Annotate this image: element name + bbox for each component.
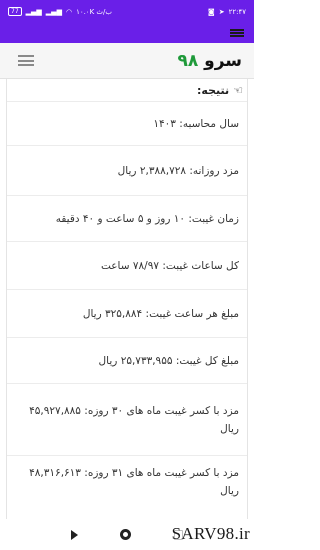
app-notification-icon: ◙ [207,7,215,16]
row-label: زمان غیبت: [188,212,239,225]
row-label: مبلغ هر ساعت غیبت: [145,307,239,320]
result-row-wage-30-days: مزد با کسر غیبت ماه های ۳۰ روزه: ۴۵,۹۲۷,… [7,383,247,455]
logo-word: سرو [204,50,242,71]
telegram-icon: ➤ [218,7,225,16]
status-icons-right: ◙ ➤ ۲۲:۴۷ [208,8,246,16]
result-row-total-absence-amount: مبلغ کل غیبت: ۲۵,۷۳۳,۹۵۵ ریال [7,337,247,383]
result-panel: ☜ نتیجه: سال محاسبه: ۱۴۰۳ مزد روزانه: ۲,… [6,79,248,519]
row-label: مزد با کسر غیبت ماه های ۳۱ روزه: [84,466,239,479]
status-time: ۲۲:۴۷ [228,7,246,16]
home-icon[interactable] [120,529,132,540]
app-toolbar [0,23,254,43]
result-row-year: سال محاسبه: ۱۴۰۳ [7,101,247,145]
site-watermark: SARV98.ir [171,524,250,544]
row-value: ۷۸/۹۷ ساعت [100,259,159,272]
result-row-total-hours: کل ساعات غیبت: ۷۸/۹۷ ساعت [7,241,247,289]
battery-icon: 77 [8,7,22,16]
site-logo[interactable]: سرو ۹۸ [177,51,242,71]
signal-icon: ▂▄▆ [25,7,42,16]
row-label: مزد با کسر غیبت ماه های ۳۰ روزه: [84,404,239,417]
status-icons-left: 77 ▂▄▆ ▂▄▆ ◠ ۱۰.۰K ب/ث [8,7,112,16]
result-row-daily-wage: مزد روزانه: ۲,۳۸۸,۷۲۸ ریال [7,145,247,195]
back-icon[interactable] [71,529,79,540]
result-row-absence-time: زمان غیبت: ۱۰ روز و ۵ ساعت و ۴۰ دقیقه [7,195,247,241]
row-value: ۲۵,۷۳۳,۹۵۵ ریال [98,354,173,367]
row-value: ۱۴۰۳ [153,117,176,130]
row-label: مبلغ کل غیبت: [175,354,239,367]
row-label: مزد روزانه: [189,164,239,177]
row-value: ۱۰ روز و ۵ ساعت و ۴۰ دقیقه [55,212,186,225]
row-value: ۳۲۵,۸۸۴ ریال [82,307,143,320]
pointing-hand-icon: ☜ [233,83,243,97]
result-row-wage-31-days: مزد با کسر غیبت ماه های ۳۱ روزه: ۴۸,۳۱۶,… [7,455,247,507]
site-header: سرو ۹۸ [0,43,254,79]
logo-number: ۹۸ [177,50,199,71]
result-heading: ☜ نتیجه: [7,79,247,101]
row-label: کل ساعات غیبت: [162,259,239,272]
wifi-icon: ◠ [65,7,73,16]
status-bar: 77 ▂▄▆ ▂▄▆ ◠ ۱۰.۰K ب/ث ◙ ➤ ۲۲:۴۷ [0,0,254,23]
app-menu-icon[interactable] [230,29,244,37]
result-title: نتیجه: [197,83,230,97]
row-label: سال محاسبه: [179,117,239,130]
network-speed: ۱۰.۰K ب/ث [76,7,112,16]
row-value: ۲,۳۸۸,۷۲۸ ریال [117,164,186,177]
result-row-hourly-amount: مبلغ هر ساعت غیبت: ۳۲۵,۸۸۴ ریال [7,289,247,337]
hamburger-menu-icon[interactable] [18,55,34,66]
signal-icon-2: ▂▄▆ [45,7,62,16]
